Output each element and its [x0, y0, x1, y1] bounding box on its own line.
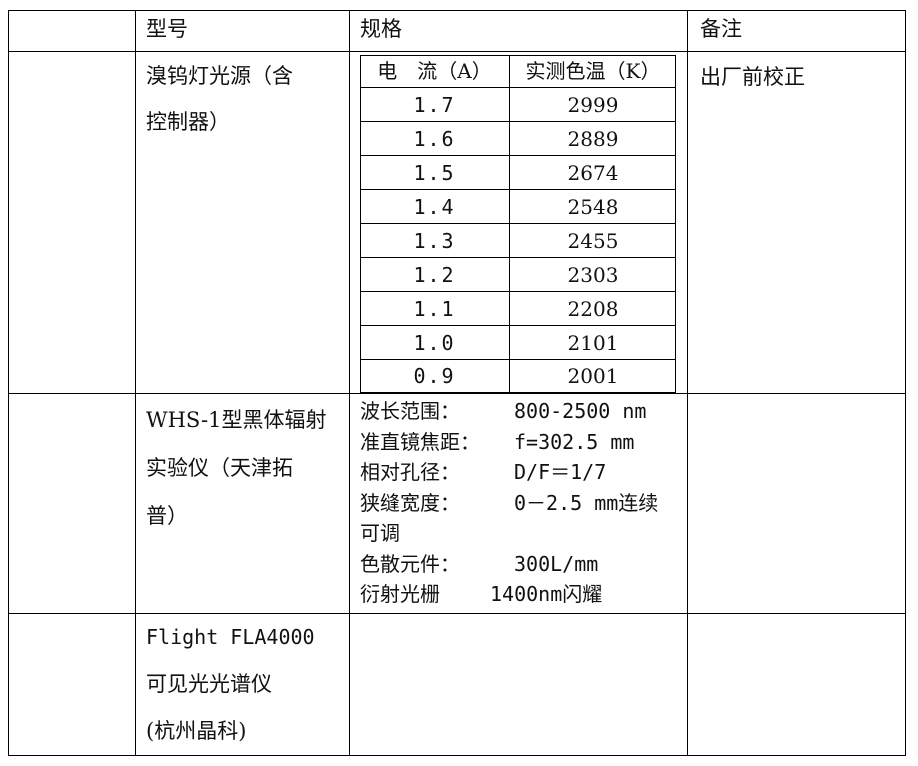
column-divider: [349, 10, 350, 756]
current-cell: 1.6: [413, 127, 456, 151]
color-temperature-table: 电 流（A） 实测色温（K） 1.7 2999 1.6 2889 1.5 267…: [360, 55, 676, 393]
temperature-cell: 2674: [567, 161, 619, 185]
column-header-color-temp: 实测色温（K）: [525, 59, 661, 83]
table-row: 1.3 2455: [360, 224, 676, 258]
table-border-right: [905, 10, 906, 756]
spec-key: 相对孔径：: [360, 460, 460, 484]
current-cell: 1.3: [413, 229, 456, 253]
table-row: 1.4 2548: [360, 190, 676, 224]
column-header-current: 电 流（A）: [377, 59, 492, 83]
model-cell-fla4000: Flight FLA4000 可见光光谱仪 (杭州晶科): [146, 614, 336, 755]
header-spec: 规格: [360, 17, 402, 41]
current-cell: 1.1: [413, 297, 456, 321]
model-text: Flight FLA4000: [146, 625, 315, 649]
model-text: 控制器）: [146, 110, 230, 134]
model-cell-lamp: 溴钨灯光源（含 控制器）: [146, 53, 336, 145]
temperature-cell: 2101: [567, 331, 619, 355]
table-row: 1.2 2303: [360, 258, 676, 292]
temperature-cell: 2889: [567, 127, 619, 151]
spec-line: 可调: [360, 518, 680, 549]
row-divider: [8, 51, 906, 52]
temperature-cell: 2001: [567, 364, 619, 388]
model-text: 可见光光谱仪: [146, 672, 272, 696]
spec-value: 1400nm闪耀: [490, 582, 603, 606]
spec-line: 准直镜焦距： f=302.5 mm: [360, 427, 680, 458]
spec-list-whs1: 波长范围： 800-2500 nm 准直镜焦距： f=302.5 mm 相对孔径…: [360, 396, 680, 610]
spec-key: 准直镜焦距：: [360, 429, 480, 454]
spec-key: 狭缝宽度：: [360, 490, 460, 515]
model-text: 溴钨灯光源（含: [146, 64, 293, 88]
table-row: 1.1 2208: [360, 292, 676, 326]
temperature-cell: 2208: [567, 297, 619, 321]
spec-value: D/F＝1/7: [514, 460, 607, 484]
spec-line: 衍射光栅 1400nm闪耀: [360, 579, 680, 610]
table-border-bottom: [8, 755, 906, 756]
spec-value: 0－2.5 mm连续: [514, 490, 659, 515]
table-row: 1.7 2999: [360, 88, 676, 122]
table-row: 1.6 2889: [360, 122, 676, 156]
current-cell: 1.4: [413, 195, 456, 219]
table-border-top: [8, 10, 906, 11]
spec-key: 可调: [360, 521, 400, 545]
table-row: 0.9 2001: [360, 360, 676, 392]
current-cell: 1.7: [413, 93, 456, 117]
model-text: (杭州晶科): [146, 719, 247, 743]
header-model: 型号: [146, 17, 188, 41]
spec-line: 波长范围： 800-2500 nm: [360, 396, 680, 427]
model-cell-whs1: WHS-1型黑体辐射 实验仪（天津拓 普）: [146, 396, 336, 540]
temperature-cell: 2999: [567, 93, 619, 117]
current-cell: 0.9: [413, 364, 456, 388]
spec-key: 波长范围：: [360, 399, 460, 423]
table-header-row: 电 流（A） 实测色温（K）: [360, 55, 676, 87]
spec-line: 狭缝宽度： 0－2.5 mm连续: [360, 488, 680, 519]
spec-line: 色散元件： 300L/mm: [360, 549, 680, 580]
temperature-cell: 2548: [567, 195, 619, 219]
remark-cell-lamp: 出厂前校正: [700, 65, 805, 89]
model-text: WHS-1型黑体辐射: [146, 408, 327, 432]
table-border-left: [8, 10, 9, 756]
current-cell: 1.0: [413, 331, 456, 355]
column-divider: [135, 10, 136, 756]
spec-line: 相对孔径： D/F＝1/7: [360, 457, 680, 488]
current-cell: 1.5: [413, 161, 456, 185]
spec-value: 300L/mm: [514, 551, 599, 576]
spec-value: 800-2500 nm: [514, 399, 647, 423]
model-text: 实验仪（天津拓: [146, 456, 293, 480]
temperature-cell: 2303: [567, 263, 619, 287]
table-row: 1.0 2101: [360, 326, 676, 360]
table-row: 1.5 2674: [360, 156, 676, 190]
current-cell: 1.2: [413, 263, 456, 287]
spec-value: f=302.5 mm: [514, 429, 635, 454]
column-divider: [687, 10, 688, 756]
header-remark: 备注: [700, 17, 742, 41]
temperature-cell: 2455: [567, 229, 619, 253]
model-text: 普）: [146, 504, 188, 528]
row-divider: [8, 613, 906, 614]
spec-key: 色散元件：: [360, 551, 460, 576]
spec-key: 衍射光栅: [360, 582, 440, 606]
